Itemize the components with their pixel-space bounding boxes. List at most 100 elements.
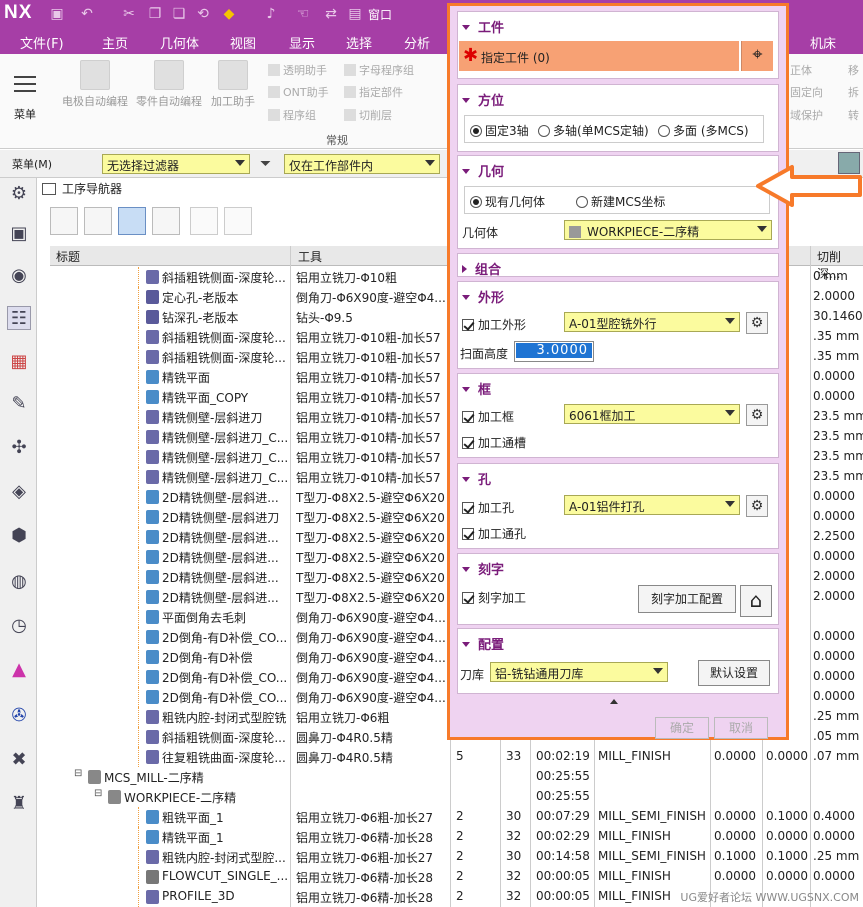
program-group[interactable]: 程序组 (268, 107, 316, 123)
part-nav-icon[interactable]: ▣ (7, 222, 31, 246)
orient-fixed3[interactable]: 固定3轴 (470, 122, 529, 139)
history-icon[interactable]: ◷ (7, 614, 31, 638)
outline-dropdown[interactable]: A-01型腔铣外行 (564, 312, 740, 332)
undo-icon[interactable]: ↶ (78, 5, 96, 23)
process-icon[interactable]: ✇ (7, 704, 31, 728)
reuse-icon[interactable]: ⬢ (7, 524, 31, 548)
ok-button[interactable]: 确定 (655, 717, 709, 739)
ribbon-right-1[interactable]: 正体 (790, 62, 812, 78)
cut-icon[interactable]: ✂ (120, 5, 138, 23)
outline-settings-gear-icon[interactable]: ⚙ (746, 312, 768, 334)
mic-icon[interactable]: ♪ (262, 5, 280, 23)
section-engrave-title[interactable]: 刻字 (462, 559, 504, 578)
table-row[interactable]: 精铣平面_1 铝用立铣刀-Φ6精-加长28 2 32 00:02:29 MILL_FINI… (50, 827, 863, 847)
machine-nav-icon[interactable]: ▦ (7, 350, 31, 374)
menu-display[interactable]: 显示 (289, 33, 315, 52)
menu-home[interactable]: 主页 (102, 33, 128, 52)
ont-assist[interactable]: ONT助手 (268, 84, 329, 100)
program-order-view-button[interactable] (50, 207, 78, 235)
table-row[interactable]: 粗铣平面_1 铝用立铣刀-Φ6粗-加长27 2 30 00:07:29 MILL_SEMI… (50, 807, 863, 827)
menu-file[interactable]: 文件(F) (20, 33, 64, 52)
tool-icon[interactable]: ✎ (7, 392, 31, 416)
filter-icon[interactable]: ⏷ (260, 156, 271, 172)
collapse-up-icon[interactable] (610, 699, 618, 704)
section-config-title[interactable]: 配置 (462, 634, 504, 653)
tools-icon[interactable]: ✖ (7, 748, 31, 772)
repeat-icon[interactable]: ⟲ (194, 5, 212, 23)
section-combine-title[interactable]: 组合 (462, 259, 501, 278)
menu-geometry[interactable]: 几何体 (160, 33, 199, 52)
through-hole-checkbox[interactable]: 加工通孔 (462, 525, 526, 542)
through-slot-checkbox[interactable]: 加工通槽 (462, 434, 526, 451)
copy-icon[interactable]: ❐ (146, 5, 164, 23)
table-row[interactable]: ⊟ WORKPIECE-二序精 00:25:55 (50, 787, 863, 807)
palette-icon[interactable]: ▲ (7, 658, 31, 682)
orient-multiaxis[interactable]: 多轴(单MCS定轴) (538, 122, 649, 139)
paste-icon[interactable]: ❏ (170, 5, 188, 23)
frame-settings-gear-icon[interactable]: ⚙ (746, 404, 768, 426)
scan-height-input[interactable]: 3.0000 (514, 341, 594, 362)
switch-icon[interactable]: ⇄ (322, 5, 340, 23)
menu-machine[interactable]: 机床 (810, 33, 836, 52)
cut-level[interactable]: 切削层 (344, 107, 392, 123)
assembly-icon[interactable]: ◉ (7, 264, 31, 288)
menu-select[interactable]: 选择 (346, 33, 372, 52)
section-geometry-title[interactable]: 几何 (462, 161, 504, 180)
touch-icon[interactable]: ☜ (294, 5, 312, 23)
cancel-button[interactable]: 取消 (714, 717, 768, 739)
menu-view[interactable]: 视图 (230, 33, 256, 52)
table-row[interactable]: 往复粗铣曲面-深度轮... 圆鼻刀-Φ4R0.5精 5 33 00:02:19 MILL_… (50, 747, 863, 767)
ribbon-right-5[interactable]: 拆 (848, 84, 859, 100)
menu-icon[interactable] (14, 76, 36, 78)
specify-part[interactable]: 指定部件 (344, 84, 403, 100)
transparent-assist[interactable]: 透明助手 (268, 62, 327, 78)
hole-dropdown[interactable]: A-01铝件打孔 (564, 495, 740, 515)
home-icon[interactable]: ⌂ (740, 585, 772, 617)
robot-icon[interactable]: ♜ (7, 792, 31, 816)
frame-checkbox[interactable]: 加工框 (462, 408, 514, 425)
geometry-view-button[interactable] (118, 207, 146, 235)
command-icon[interactable]: ◆ (220, 5, 238, 23)
filter-menu[interactable]: 菜单(M) (12, 156, 52, 172)
tree-expand-icon[interactable]: ⊟ (74, 768, 82, 779)
orient-multiface[interactable]: 多面 (多MCS) (658, 122, 749, 139)
operation-nav-icon[interactable]: ☷ (7, 306, 31, 330)
create-button[interactable] (190, 207, 218, 235)
filter-dropdown[interactable]: 无选择过滤器 (102, 154, 250, 174)
scope-dropdown[interactable]: 仅在工作部件内 (284, 154, 440, 174)
constraint-icon[interactable]: ✣ (7, 436, 31, 460)
section-orientation-title[interactable]: 方位 (462, 90, 504, 109)
electrode-auto-button[interactable]: 电极自动编程 (60, 60, 130, 109)
section-frame-title[interactable]: 框 (462, 379, 491, 398)
ribbon-right-6[interactable]: 转 (848, 107, 859, 123)
ribbon-right-2[interactable]: 固定向 (790, 84, 823, 100)
ribbon-right-3[interactable]: 域保护 (790, 107, 823, 123)
specify-workpiece-row[interactable]: ✱ 指定工件 (0) (459, 41, 739, 71)
geom-existing[interactable]: 现有几何体 (470, 193, 545, 210)
menu-analysis[interactable]: 分析 (404, 33, 430, 52)
feature-icon[interactable]: ◈ (7, 480, 31, 504)
header-name[interactable]: 标题 (56, 248, 80, 265)
hole-settings-gear-icon[interactable]: ⚙ (746, 495, 768, 517)
window-icon[interactable]: ▤ (346, 5, 364, 23)
engrave-checkbox[interactable]: 刻字加工 (462, 589, 526, 606)
save-icon[interactable]: ▣ (48, 5, 66, 23)
frame-dropdown[interactable]: 6061框加工 (564, 404, 740, 424)
machine-tool-view-button[interactable] (84, 207, 112, 235)
header-tool[interactable]: 工具 (298, 248, 322, 265)
table-row[interactable]: 粗铣内腔-封闭式型腔... 铝用立铣刀-Φ6粗-加长27 2 30 00:14:58 MI… (50, 847, 863, 867)
section-outline-title[interactable]: 外形 (462, 287, 504, 306)
default-settings-button[interactable]: 默认设置 (698, 660, 770, 686)
web-icon[interactable]: ◍ (7, 570, 31, 594)
geometry-dropdown[interactable]: WORKPIECE-二序精 (564, 220, 772, 240)
hole-checkbox[interactable]: 加工孔 (462, 499, 514, 516)
section-workpiece-title[interactable]: 工件 (462, 17, 504, 36)
ribbon-right-4[interactable]: 移 (848, 62, 859, 78)
geom-new-mcs[interactable]: 新建MCS坐标 (576, 193, 665, 210)
outline-checkbox[interactable]: 加工外形 (462, 316, 526, 333)
tool-library-dropdown[interactable]: 铝-铣钻通用刀库 (490, 662, 668, 682)
method-view-button[interactable] (152, 207, 180, 235)
tree-expand-icon[interactable]: ⊟ (94, 788, 102, 799)
engrave-config-button[interactable]: 刻字加工配置 (638, 585, 736, 613)
delete-button[interactable] (224, 207, 252, 235)
